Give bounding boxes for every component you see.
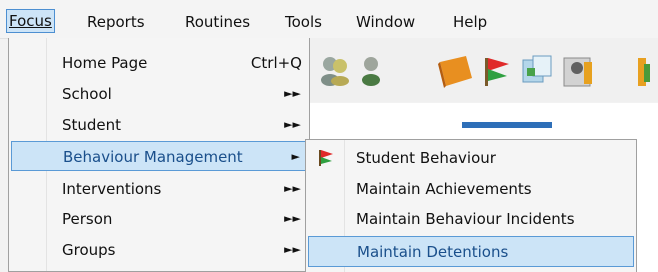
menu-item-interventions[interactable]: Interventions ►► — [11, 174, 309, 204]
menu-routines-label: Routines — [185, 13, 251, 31]
submenu-arrow-icon: ►► — [284, 243, 301, 256]
submenu-arrow-icon: ►► — [284, 87, 301, 100]
home-page-label: Home Page — [62, 54, 148, 72]
menu-item-person[interactable]: Person ►► — [11, 204, 309, 234]
menu-item-maintain-achievements[interactable]: Maintain Achievements — [308, 174, 634, 205]
maintain-detentions-label: Maintain Detentions — [357, 243, 509, 261]
active-tab-indicator — [462, 122, 552, 128]
behaviour-management-label: Behaviour Management — [63, 148, 243, 166]
contact-card-icon[interactable] — [560, 54, 596, 88]
menu-help-label: Help — [453, 13, 488, 31]
submenu-arrow-icon: ► — [291, 150, 300, 163]
maintain-behaviour-incidents-label: Maintain Behaviour Incidents — [356, 210, 575, 228]
red-green-flag-icon — [319, 150, 333, 166]
person-label: Person — [62, 210, 113, 228]
edge-icon[interactable] — [632, 54, 658, 88]
menu-window[interactable]: Window — [356, 11, 415, 33]
menu-focus-label: Focus — [9, 12, 52, 30]
menu-item-student-behaviour[interactable]: Student Behaviour — [308, 143, 634, 174]
home-page-shortcut: Ctrl+Q — [250, 54, 302, 72]
menu-tools[interactable]: Tools — [285, 11, 322, 33]
menu-help[interactable]: Help — [453, 11, 487, 33]
menu-window-label: Window — [356, 13, 416, 31]
maintain-achievements-label: Maintain Achievements — [356, 180, 532, 198]
person-icon[interactable] — [358, 54, 384, 86]
menu-bar: Focus Reports Routines Tools Window Help — [0, 0, 658, 39]
menu-item-student[interactable]: Student ►► — [11, 110, 309, 140]
people-pair-icon[interactable] — [318, 54, 352, 86]
notes-icon[interactable] — [519, 54, 555, 86]
menu-item-maintain-detentions[interactable]: Maintain Detentions — [308, 236, 634, 267]
submenu-arrow-icon: ►► — [284, 118, 301, 131]
student-behaviour-label: Student Behaviour — [356, 149, 496, 167]
submenu-arrow-icon: ►► — [284, 212, 301, 225]
interventions-label: Interventions — [62, 180, 162, 198]
menu-reports-label: Reports — [87, 13, 145, 31]
menu-item-school[interactable]: School ►► — [11, 79, 309, 109]
menu-reports[interactable]: Reports — [87, 11, 145, 33]
menu-item-behaviour-management[interactable]: Behaviour Management ► — [11, 141, 309, 171]
menu-focus[interactable]: Focus — [6, 9, 55, 33]
focus-menu: Home Page Ctrl+Q School ►► Student ►► Be… — [8, 38, 310, 272]
menu-item-maintain-behaviour-incidents[interactable]: Maintain Behaviour Incidents — [308, 204, 634, 235]
submenu-arrow-icon: ►► — [284, 182, 301, 195]
school-label: School — [62, 85, 112, 103]
menu-routines[interactable]: Routines — [185, 11, 250, 33]
behaviour-submenu: Student Behaviour Maintain Achievements … — [305, 139, 637, 272]
book-icon[interactable] — [434, 54, 476, 88]
flag-icon[interactable] — [479, 54, 515, 88]
groups-label: Groups — [62, 241, 116, 259]
menu-item-groups[interactable]: Groups ►► — [11, 235, 309, 265]
student-label: Student — [62, 116, 122, 134]
menu-item-home-page[interactable]: Home Page Ctrl+Q — [11, 48, 309, 78]
menu-tools-label: Tools — [285, 13, 322, 31]
